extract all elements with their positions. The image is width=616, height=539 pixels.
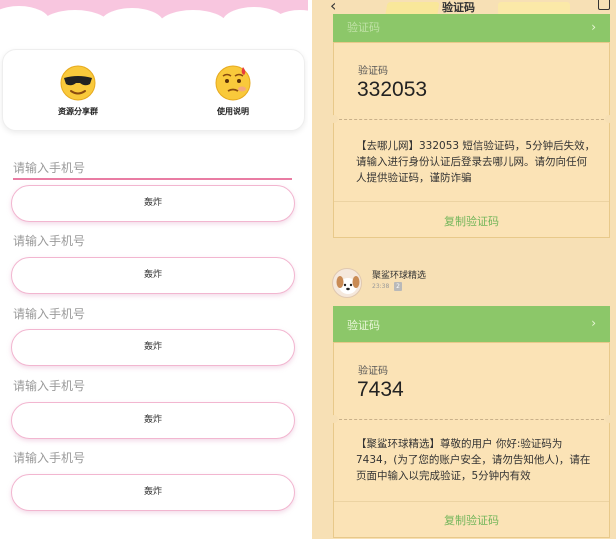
phone-input-3[interactable]: 请输入手机号	[13, 305, 85, 322]
ticket-notch	[330, 415, 338, 423]
dashed-divider	[334, 419, 609, 420]
card-header-title: 验证码	[347, 21, 380, 34]
bomb-button-1[interactable]: 轰炸	[11, 185, 295, 222]
ticket-notch	[605, 115, 613, 123]
ticket-notch	[605, 415, 613, 423]
cloud-decoration	[158, 10, 228, 42]
divider	[334, 201, 609, 202]
phone-input-5[interactable]: 请输入手机号	[13, 449, 85, 466]
verification-code: 332053	[357, 78, 428, 101]
code-label: 验证码	[358, 366, 388, 377]
phone-input-underline	[13, 178, 292, 180]
code-label: 验证码	[358, 66, 388, 77]
usage-guide-shortcut[interactable]: 使用说明	[188, 62, 278, 117]
sender-name: 聚鲨环球精选	[372, 271, 427, 281]
bomb-button-3[interactable]: 轰炸	[11, 329, 295, 366]
resource-group-label: 资源分享群	[58, 107, 98, 116]
card-header-title: 验证码	[347, 319, 380, 332]
sender-avatar[interactable]	[332, 268, 362, 298]
phone-input-4[interactable]: 请输入手机号	[13, 377, 85, 394]
bomb-button-5[interactable]: 轰炸	[11, 474, 295, 511]
sunglasses-emoji-icon	[60, 65, 96, 101]
verification-code: 7434	[357, 378, 404, 401]
conversation-header: ‹ 验证码	[312, 0, 616, 15]
bomb-button-4[interactable]: 轰炸	[11, 402, 295, 439]
phone-input-1[interactable]: 请输入手机号	[13, 159, 85, 176]
chevron-right-icon: ›	[591, 316, 596, 330]
message-card: 验证码 7434 【聚鲨环球精选】尊敬的用户 你好:验证码为7434，(为了您的…	[330, 342, 613, 538]
sim-badge: 2	[394, 282, 402, 291]
resource-group-shortcut[interactable]: 资源分享群	[33, 62, 123, 117]
message-card-header[interactable]: 验证码 ›	[333, 14, 610, 42]
back-arrow-icon[interactable]: ‹	[330, 0, 336, 15]
phone-input-2[interactable]: 请输入手机号	[13, 232, 85, 249]
conversation-title: 验证码	[442, 1, 475, 14]
puppy-avatar-icon	[336, 276, 360, 294]
ticket-notch	[330, 115, 338, 123]
shortcut-card: 资源分享群 使用说明	[2, 49, 305, 131]
dashed-divider	[334, 119, 609, 120]
left-panel: 资源分享群 使用说明 请输入手机号 轰炸 请输入手机号 轰炸 请输入手机号 轰炸…	[0, 0, 308, 539]
cloud-decoration	[100, 8, 164, 40]
bomb-button-2[interactable]: 轰炸	[11, 257, 295, 294]
sms-content: 【聚鲨环球精选】尊敬的用户 你好:验证码为7434，(为了您的账户安全，请勿告知…	[356, 438, 591, 482]
usage-guide-label: 使用说明	[217, 107, 249, 116]
right-panel: ‹ 验证码 验证码 › 验证码 332053 【去哪儿网】332053 短信验证…	[312, 0, 616, 539]
sweat-emoji-icon	[215, 65, 251, 101]
message-time: 23:38	[372, 283, 390, 290]
divider	[334, 501, 609, 502]
chevron-right-icon: ›	[591, 20, 596, 34]
sms-content: 【去哪儿网】332053 短信验证码，5分钟后失效，请输入进行身份认证后登录去哪…	[356, 140, 596, 184]
copy-code-button[interactable]: 复制验证码	[334, 512, 609, 528]
copy-code-button[interactable]: 复制验证码	[334, 213, 609, 229]
menu-icon[interactable]	[598, 0, 610, 10]
message-card: 验证码 332053 【去哪儿网】332053 短信验证码，5分钟后失效，请输入…	[330, 42, 613, 238]
message-card-header[interactable]: 验证码 ›	[333, 306, 610, 342]
